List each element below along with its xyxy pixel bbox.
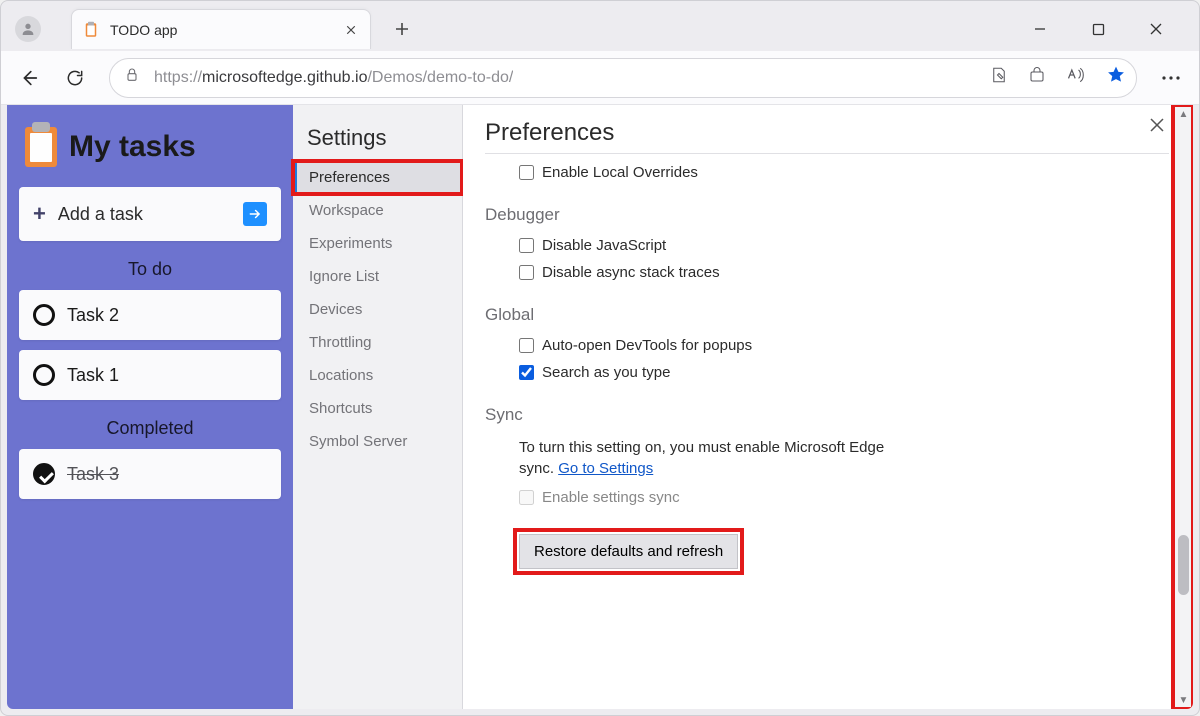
favorite-button[interactable]: [1106, 65, 1126, 90]
checkbox-checked-icon[interactable]: [33, 463, 55, 485]
nav-throttling[interactable]: Throttling: [293, 326, 462, 359]
section-debugger: Debugger: [485, 205, 1169, 225]
section-global: Global: [485, 305, 1169, 325]
clipboard-icon: [82, 21, 100, 39]
tab-close-button[interactable]: [342, 21, 360, 39]
todo-heading: To do: [19, 259, 281, 280]
content-area: My tasks + Add a task To do Task 2 Task …: [7, 105, 1193, 709]
browser-tab[interactable]: TODO app: [71, 9, 371, 49]
checkbox[interactable]: [519, 265, 534, 280]
opt-auto-open-devtools[interactable]: Auto-open DevTools for popups: [519, 337, 1169, 354]
settings-nav: Settings Preferences Workspace Experimen…: [293, 105, 463, 709]
minimize-icon: [1033, 22, 1047, 36]
toolbar: https://microsoftedge.github.io/Demos/de…: [1, 51, 1199, 105]
task-item[interactable]: Task 1: [19, 350, 281, 400]
opt-enable-settings-sync: Enable settings sync: [519, 489, 1169, 506]
close-panel-button[interactable]: [1149, 117, 1165, 138]
settings-title: Settings: [293, 117, 462, 161]
edit-page-icon[interactable]: [990, 66, 1008, 89]
add-task-input[interactable]: + Add a task: [19, 187, 281, 241]
scroll-up-button[interactable]: ▲: [1174, 105, 1193, 123]
nav-preferences[interactable]: Preferences: [293, 161, 462, 194]
submit-task-button[interactable]: [243, 202, 267, 226]
close-window-button[interactable]: [1141, 14, 1171, 44]
opt-disable-javascript[interactable]: Disable JavaScript: [519, 237, 1169, 254]
nav-experiments[interactable]: Experiments: [293, 227, 462, 260]
task-label: Task 3: [67, 464, 119, 485]
task-label: Task 1: [67, 365, 119, 386]
plus-icon: [394, 21, 410, 37]
shopping-icon[interactable]: [1028, 66, 1046, 89]
checkbox-unchecked-icon[interactable]: [33, 364, 55, 386]
app-title: My tasks: [69, 130, 196, 164]
tab-title: TODO app: [110, 22, 342, 38]
lock-icon: [124, 67, 140, 88]
task-item-completed[interactable]: Task 3: [19, 449, 281, 499]
checkbox[interactable]: [519, 338, 534, 353]
maximize-button[interactable]: [1083, 14, 1113, 44]
app-logo-icon: [25, 127, 57, 167]
close-icon: [1149, 22, 1163, 36]
url-text: https://microsoftedge.github.io/Demos/de…: [154, 69, 513, 87]
back-button[interactable]: [9, 58, 49, 98]
nav-workspace[interactable]: Workspace: [293, 194, 462, 227]
preferences-panel: Preferences Enable Local Overrides Debug…: [463, 105, 1193, 709]
sync-message: To turn this setting on, you must enable…: [519, 437, 899, 479]
refresh-icon: [65, 68, 85, 88]
task-label: Task 2: [67, 305, 119, 326]
checkbox[interactable]: [519, 165, 534, 180]
go-to-settings-link[interactable]: Go to Settings: [558, 460, 653, 477]
nav-symbol-server[interactable]: Symbol Server: [293, 425, 462, 458]
checkbox-unchecked-icon[interactable]: [33, 304, 55, 326]
browser-window: TODO app https://microsoftedge.github: [0, 0, 1200, 716]
opt-search-as-you-type[interactable]: Search as you type: [519, 364, 1169, 381]
address-bar[interactable]: https://microsoftedge.github.io/Demos/de…: [109, 58, 1137, 98]
panel-title: Preferences: [485, 119, 614, 147]
todo-app: My tasks + Add a task To do Task 2 Task …: [7, 105, 293, 709]
read-aloud-icon[interactable]: [1066, 66, 1086, 89]
refresh-button[interactable]: [55, 58, 95, 98]
nav-shortcuts[interactable]: Shortcuts: [293, 392, 462, 425]
menu-button[interactable]: [1151, 58, 1191, 98]
task-item[interactable]: Task 2: [19, 290, 281, 340]
close-icon: [345, 24, 357, 36]
vertical-scrollbar[interactable]: ▲ ▼: [1173, 105, 1193, 709]
checkbox: [519, 490, 534, 505]
plus-icon: +: [33, 201, 46, 227]
maximize-icon: [1092, 23, 1105, 36]
nav-devices[interactable]: Devices: [293, 293, 462, 326]
scroll-down-button[interactable]: ▼: [1174, 691, 1193, 709]
section-sync: Sync: [485, 405, 1169, 425]
user-icon: [20, 21, 36, 37]
titlebar: TODO app: [1, 1, 1199, 51]
ellipsis-icon: [1161, 75, 1181, 81]
scroll-thumb[interactable]: [1178, 535, 1189, 595]
add-task-label: Add a task: [58, 204, 231, 225]
nav-locations[interactable]: Locations: [293, 359, 462, 392]
nav-ignore-list[interactable]: Ignore List: [293, 260, 462, 293]
completed-heading: Completed: [19, 418, 281, 439]
arrow-left-icon: [18, 67, 40, 89]
minimize-button[interactable]: [1025, 14, 1055, 44]
window-controls: [1025, 14, 1193, 44]
new-tab-button[interactable]: [385, 12, 419, 46]
opt-disable-async-stack[interactable]: Disable async stack traces: [519, 264, 1169, 281]
opt-enable-local-overrides[interactable]: Enable Local Overrides: [519, 164, 1169, 181]
restore-defaults-button[interactable]: Restore defaults and refresh: [519, 534, 738, 569]
close-icon: [1149, 117, 1165, 133]
checkbox[interactable]: [519, 365, 534, 380]
profile-avatar[interactable]: [15, 16, 41, 42]
checkbox[interactable]: [519, 238, 534, 253]
